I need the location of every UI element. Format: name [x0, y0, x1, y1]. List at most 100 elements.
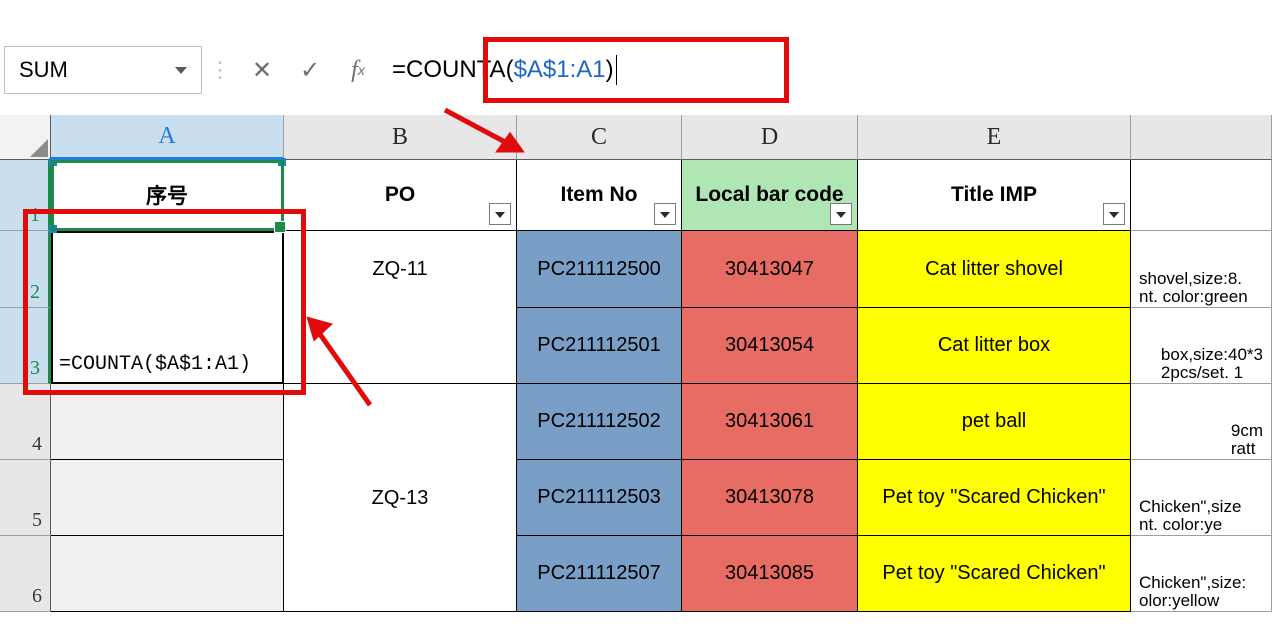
label: Title IMP	[951, 183, 1037, 207]
formula-text-post: )	[606, 56, 614, 84]
cell-E5[interactable]: Pet toy "Scared Chicken"	[858, 460, 1131, 536]
label: 30413054	[725, 334, 814, 357]
label: 30413078	[725, 486, 814, 509]
formula-input[interactable]: =COUNTA($A$1:A1)	[382, 46, 1268, 94]
field-header-C[interactable]: Item No	[517, 160, 682, 231]
label: 30413047	[725, 258, 814, 281]
column-headers-row: A B C D E	[0, 115, 1272, 160]
label: Chicken",size: olor:yellow	[1139, 574, 1246, 611]
field-header-E[interactable]: Title IMP	[858, 160, 1131, 231]
table-row: 1 序号 PO Item No Local bar code Title IMP	[0, 160, 1272, 231]
cell-A5[interactable]	[51, 460, 284, 536]
label: PC211112507	[537, 562, 660, 585]
cell-E2[interactable]: Cat litter shovel	[858, 231, 1131, 308]
cell-D3[interactable]: 30413054	[682, 308, 858, 384]
formula-cell-ref: $A$1:A1	[514, 56, 606, 84]
label: 9cm ratt	[1231, 422, 1263, 459]
row-header-2[interactable]: 2	[0, 231, 51, 308]
table-row: 5 ZQ-13 PC211112503 30413078 Pet toy "Sc…	[0, 460, 1272, 536]
cell-B2[interactable]: ZQ-11	[284, 231, 517, 308]
filter-dropdown-icon[interactable]	[1103, 203, 1125, 225]
cell[interactable]	[1131, 160, 1272, 231]
cell-E3[interactable]: Cat litter box	[858, 308, 1131, 384]
field-header-D[interactable]: Local bar code	[682, 160, 858, 231]
row-header-4[interactable]: 4	[0, 384, 51, 460]
cell-F5[interactable]: Chicken",size nt. color:ye	[1131, 460, 1272, 536]
cell-C5[interactable]: PC211112503	[517, 460, 682, 536]
cell-C4[interactable]: PC211112502	[517, 384, 682, 460]
filter-dropdown-icon[interactable]	[830, 203, 852, 225]
label: box,size:40*3 2pcs/set. 1	[1161, 346, 1263, 383]
cell-A3[interactable]	[51, 308, 284, 384]
formula-bar: SUM ⋮ ✕ ✓ fx =COUNTA($A$1:A1)	[4, 46, 1268, 94]
table-row: 2 ZQ-11 PC211112500 30413047 Cat litter …	[0, 231, 1272, 308]
text-cursor-icon	[616, 55, 617, 85]
field-header-B[interactable]: PO	[284, 160, 517, 231]
table-row: 6 PC211112507 30413085 Pet toy "Scared C…	[0, 536, 1272, 612]
chevron-down-icon[interactable]	[175, 67, 187, 74]
label: Chicken",size nt. color:ye	[1139, 498, 1241, 535]
annotation-arrow-icon	[430, 100, 530, 160]
cell-F3[interactable]: box,size:40*3 2pcs/set. 1	[1131, 308, 1272, 384]
label: PC211112502	[537, 410, 660, 433]
filter-dropdown-icon[interactable]	[654, 203, 676, 225]
column-header-F[interactable]	[1131, 115, 1272, 160]
row-header-5[interactable]: 5	[0, 460, 51, 536]
cell-E4[interactable]: pet ball	[858, 384, 1131, 460]
cell-C3[interactable]: PC211112501	[517, 308, 682, 384]
label: 序号	[146, 180, 188, 210]
row-header-6[interactable]: 6	[0, 536, 51, 612]
label: 30413085	[725, 562, 814, 585]
cell-D2[interactable]: 30413047	[682, 231, 858, 308]
cell-D4[interactable]: 30413061	[682, 384, 858, 460]
label: ZQ-13	[372, 487, 429, 510]
label: Cat litter box	[938, 334, 1050, 357]
cell-C2[interactable]: PC211112500	[517, 231, 682, 308]
insert-function-button[interactable]: fx	[334, 46, 382, 94]
cell-F4[interactable]: 9cm ratt	[1131, 384, 1272, 460]
table-row: 4 PC211112502 30413061 pet ball 9cm ratt	[0, 384, 1272, 460]
name-box-value: SUM	[19, 57, 68, 83]
spreadsheet-grid[interactable]: A B C D E 1 序号 PO Item No Local bar code	[0, 115, 1272, 636]
annotation-arrow-icon	[300, 305, 380, 415]
separator-icon: ⋮	[202, 46, 238, 94]
column-header-E[interactable]: E	[858, 115, 1131, 160]
cell-A6[interactable]	[51, 536, 284, 612]
accept-formula-button[interactable]: ✓	[286, 46, 334, 94]
label: PC211112503	[537, 486, 660, 509]
label: Pet toy "Scared Chicken"	[882, 562, 1105, 585]
row-header-3[interactable]: 3	[0, 308, 51, 384]
label: Pet toy "Scared Chicken"	[882, 486, 1105, 509]
label: Cat litter shovel	[925, 258, 1063, 281]
label: PO	[385, 183, 415, 207]
cell-D5[interactable]: 30413078	[682, 460, 858, 536]
cell-E6[interactable]: Pet toy "Scared Chicken"	[858, 536, 1131, 612]
label: ZQ-11	[372, 258, 427, 281]
cell-B6[interactable]	[284, 536, 517, 612]
column-header-D[interactable]: D	[682, 115, 858, 160]
label: shovel,size:8. nt. color:green	[1139, 270, 1248, 307]
cell-A4[interactable]	[51, 384, 284, 460]
label: PC211112501	[537, 334, 660, 357]
label: pet ball	[962, 410, 1027, 433]
column-header-A[interactable]: A	[51, 115, 284, 160]
field-header-A[interactable]: 序号	[51, 160, 284, 231]
cell-D6[interactable]: 30413085	[682, 536, 858, 612]
cancel-formula-button[interactable]: ✕	[238, 46, 286, 94]
label: PC211112500	[537, 258, 660, 281]
formula-text-pre: =COUNTA(	[392, 56, 514, 84]
row-header-1[interactable]: 1	[0, 160, 51, 231]
cell-F2[interactable]: shovel,size:8. nt. color:green	[1131, 231, 1272, 308]
filter-dropdown-icon[interactable]	[489, 203, 511, 225]
label: Item No	[560, 183, 637, 207]
cell-B5[interactable]: ZQ-13	[284, 460, 517, 536]
name-box[interactable]: SUM	[4, 46, 202, 94]
label: 30413061	[725, 410, 814, 433]
table-row: 3 PC211112501 30413054 Cat litter box bo…	[0, 308, 1272, 384]
cell-F6[interactable]: Chicken",size: olor:yellow	[1131, 536, 1272, 612]
cell-A2[interactable]	[51, 231, 284, 308]
column-header-C[interactable]: C	[517, 115, 682, 160]
cell-C6[interactable]: PC211112507	[517, 536, 682, 612]
label: Local bar code	[695, 183, 843, 207]
select-all-corner[interactable]	[0, 115, 51, 160]
